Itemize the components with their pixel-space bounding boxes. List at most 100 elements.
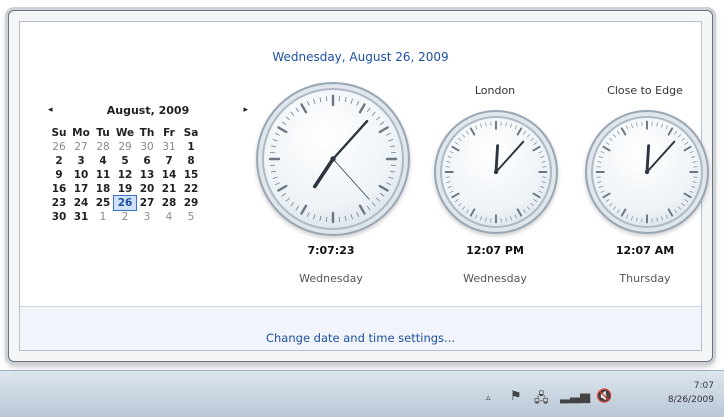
minute-tick [367, 108, 370, 112]
minute-tick [307, 101, 309, 105]
minute-tick [372, 202, 375, 205]
calendar-day[interactable]: 25 [92, 196, 114, 210]
calendar-day[interactable]: 5 [114, 154, 136, 168]
calendar-day[interactable]: 16 [48, 182, 70, 196]
weekday-label: Tu [92, 126, 114, 140]
second-hand [333, 159, 369, 199]
calendar-day[interactable]: 8 [180, 154, 202, 168]
hour-hand [647, 146, 649, 172]
calendar-day[interactable]: 5 [180, 210, 202, 224]
calendar-day[interactable]: 14 [158, 168, 180, 182]
calendar-day[interactable]: 22 [180, 182, 202, 196]
calendar-day[interactable]: 26 [48, 140, 70, 154]
calendar-day[interactable]: 11 [92, 168, 114, 182]
calendar-day[interactable]: 1 [180, 140, 202, 154]
minute-tick [675, 131, 677, 134]
minute-tick [531, 138, 534, 140]
close-to-edge-clock-day: Thursday [580, 272, 710, 285]
calendar-day[interactable]: 1 [92, 210, 114, 224]
calendar-day[interactable]: 3 [136, 210, 158, 224]
minute-tick [510, 124, 511, 127]
hour-tick [302, 104, 307, 112]
taskbar-clock[interactable]: 7:07 8/26/2009 [668, 379, 714, 407]
minute-tick [296, 206, 299, 210]
minute-tick [320, 97, 321, 101]
flyout-panel: Wednesday, August 26, 2009 ◂ August, 200… [19, 21, 702, 351]
local-clock-day: Wednesday [256, 272, 406, 285]
calendar-day[interactable]: 17 [70, 182, 92, 196]
current-date-heading[interactable]: Wednesday, August 26, 2009 [20, 50, 701, 64]
minute-tick [386, 133, 390, 135]
minute-tick [448, 156, 451, 157]
calendar-day[interactable]: 28 [92, 140, 114, 154]
calendar-day[interactable]: 26 [114, 196, 136, 210]
calendar-day[interactable]: 2 [48, 154, 70, 168]
calendar-day[interactable]: 18 [92, 182, 114, 196]
calendar-day[interactable]: 29 [180, 196, 202, 210]
calendar-day[interactable]: 23 [48, 196, 70, 210]
show-hidden-icons-icon[interactable]: ▵ [486, 393, 491, 403]
calendar-day[interactable]: 10 [70, 168, 92, 182]
minute-tick [291, 112, 294, 115]
calendar-day[interactable]: 24 [70, 196, 92, 210]
calendar-day[interactable]: 15 [180, 168, 202, 182]
minute-tick [459, 138, 462, 140]
minute-tick [637, 123, 638, 127]
minute-tick [351, 215, 352, 219]
calendar-day[interactable]: 3 [70, 154, 92, 168]
minute-tick [527, 207, 529, 210]
calendar-day[interactable]: 31 [70, 210, 92, 224]
london-clock-title: London [430, 84, 560, 97]
calendar-day[interactable]: 31 [158, 140, 180, 154]
weekday-label: Su [48, 126, 70, 140]
minute-tick [447, 182, 451, 183]
calendar-day[interactable]: 9 [48, 168, 70, 182]
calendar-month-label[interactable]: August, 2009 [48, 104, 248, 117]
minute-tick [685, 142, 688, 144]
action-center-flag-icon[interactable]: ⚑ [510, 389, 522, 404]
calendar-day[interactable]: 19 [114, 182, 136, 196]
change-date-time-settings-link[interactable]: Change date and time settings... [20, 331, 701, 345]
calendar-day[interactable]: 4 [158, 210, 180, 224]
calendar-day[interactable]: 7 [158, 154, 180, 168]
calendar-day[interactable]: 6 [136, 154, 158, 168]
minute-tick [617, 210, 619, 213]
calendar-week-row: 9101112131415 [48, 168, 202, 182]
minute-tick [599, 156, 602, 157]
calendar-day[interactable]: 27 [136, 196, 158, 210]
minute-tick [450, 152, 453, 153]
minute-tick [627, 126, 628, 129]
calendar-day[interactable]: 21 [158, 182, 180, 196]
calendar-day[interactable]: 28 [158, 196, 180, 210]
minute-tick [610, 138, 613, 140]
calendar-day[interactable]: 13 [136, 168, 158, 182]
calendar-day[interactable]: 12 [114, 168, 136, 182]
date-time-flyout: Wednesday, August 26, 2009 ◂ August, 200… [8, 10, 713, 362]
calendar-day[interactable]: 29 [114, 140, 136, 154]
calendar-day[interactable]: 4 [92, 154, 114, 168]
minute-tick [685, 200, 688, 202]
hour-tick [622, 128, 626, 134]
taskbar-date: 8/26/2009 [668, 393, 714, 407]
calendar-day[interactable]: 2 [114, 210, 136, 224]
signal-icon[interactable]: ▂▃▅ [560, 389, 590, 404]
minute-tick [345, 97, 346, 101]
minute-tick [367, 206, 370, 210]
minute-tick [678, 135, 680, 138]
calendar-day[interactable]: 20 [136, 182, 158, 196]
minute-tick [448, 186, 451, 187]
calendar-week-row: 16171819202122 [48, 182, 202, 196]
next-month-icon[interactable]: ▸ [243, 105, 248, 115]
calendar-day[interactable]: 30 [48, 210, 70, 224]
minute-tick [296, 108, 299, 112]
minute-tick [542, 162, 546, 163]
minute-tick [476, 215, 477, 218]
calendar-day[interactable]: 30 [136, 140, 158, 154]
minute-tick [598, 162, 602, 163]
network-icon[interactable]: 🖧 [534, 389, 549, 411]
minute-tick [390, 146, 394, 147]
volume-muted-icon[interactable]: 🔇 [596, 389, 612, 404]
calendar-day[interactable]: 27 [70, 140, 92, 154]
minute-tick [666, 126, 667, 129]
london-clock-hands [436, 112, 556, 232]
